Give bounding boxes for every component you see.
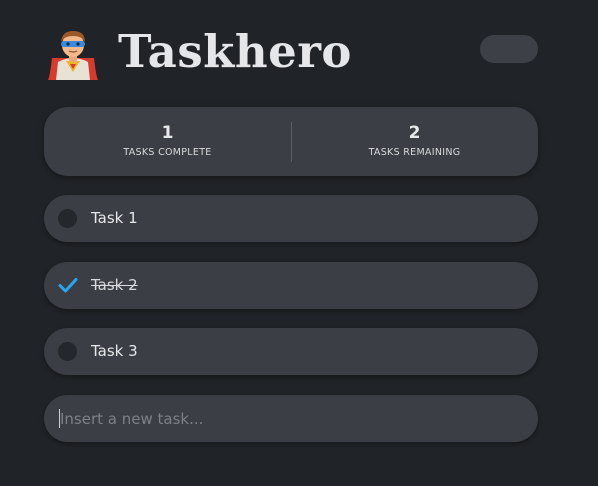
task-item[interactable]: Task 1	[44, 195, 538, 242]
tasks-remaining-count: 2	[408, 123, 421, 143]
superhero-icon	[44, 28, 102, 82]
tasks-complete-label: TASKS COMPLETE	[123, 147, 212, 158]
task-item[interactable]: Task 2	[44, 262, 538, 309]
task-checkbox[interactable]	[58, 209, 77, 228]
new-task-field[interactable]	[44, 395, 538, 442]
tasks-complete-count: 1	[161, 123, 174, 143]
tasks-remaining-stat: 2 TASKS REMAINING	[291, 107, 538, 176]
tasks-remaining-label: TASKS REMAINING	[368, 147, 461, 158]
task-label: Task 3	[91, 342, 138, 360]
new-task-input[interactable]	[60, 395, 520, 442]
task-label: Task 2	[91, 276, 138, 294]
task-stats-card: 1 TASKS COMPLETE 2 TASKS REMAINING	[44, 107, 538, 176]
moon-icon	[512, 39, 532, 59]
app-title: Taskhero	[118, 25, 352, 78]
task-checkbox[interactable]	[58, 342, 77, 361]
checkmark-icon[interactable]	[58, 275, 78, 295]
task-item[interactable]: Task 3	[44, 328, 538, 375]
app-header: Taskhero	[44, 22, 538, 82]
theme-toggle[interactable]	[480, 35, 538, 63]
task-label: Task 1	[91, 209, 138, 227]
tasks-complete-stat: 1 TASKS COMPLETE	[44, 107, 291, 176]
